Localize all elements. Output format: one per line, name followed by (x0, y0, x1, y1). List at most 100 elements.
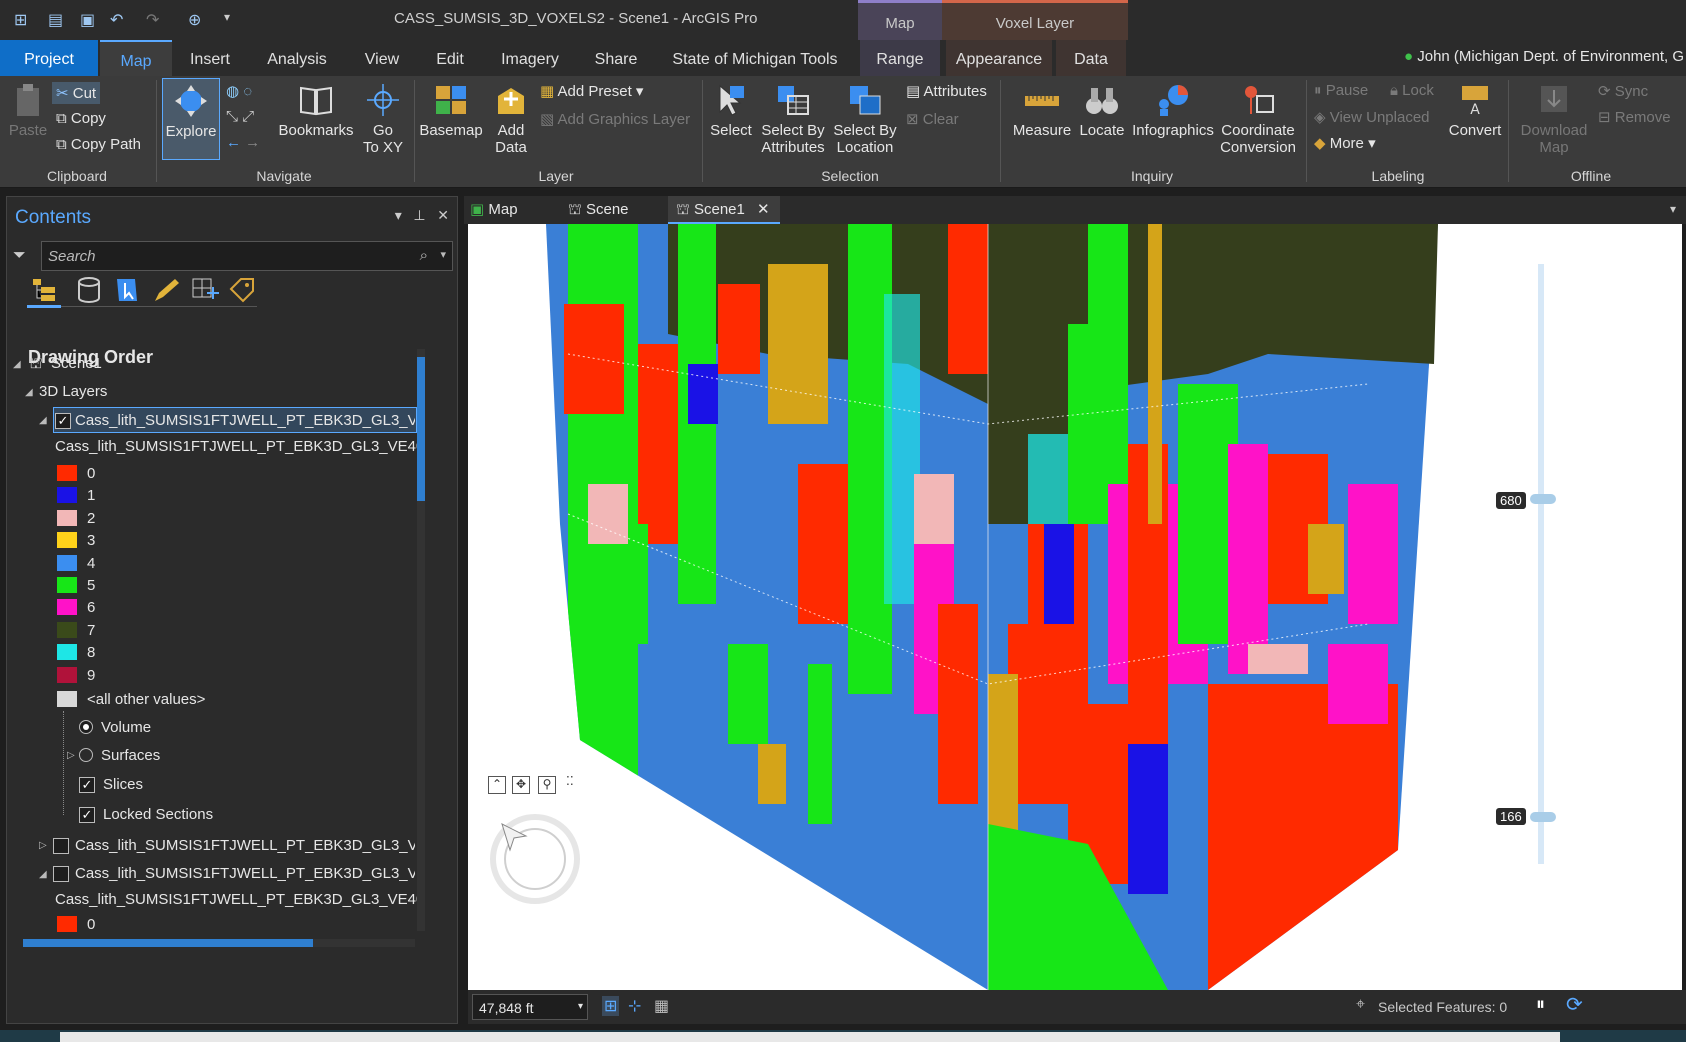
filter-icon[interactable]: ⏷ (13, 247, 26, 265)
slices-checkbox[interactable]: ✓ (79, 777, 95, 793)
class-1-swatch[interactable] (57, 487, 77, 504)
elevation-top-handle[interactable] (1530, 494, 1556, 504)
target-icon[interactable]: ⊕ (188, 10, 201, 30)
convert-button[interactable]: A Convert (1442, 82, 1508, 139)
collapse-3d-layers-icon[interactable]: ◢ (25, 387, 33, 398)
cut-button[interactable]: ✂ Cut (52, 82, 101, 104)
expand-surfaces-icon[interactable]: ▷ (67, 750, 75, 761)
refresh-icon[interactable]: ⟳ (1566, 992, 1583, 1017)
new-project-icon[interactable]: ⊞ (14, 10, 27, 30)
measure-button[interactable]: Measure (1010, 82, 1074, 139)
coordinate-conversion-button[interactable]: Coordinate Conversion (1218, 82, 1298, 156)
layer3-class0-swatch[interactable] (57, 916, 77, 932)
vertical-scroll-thumb[interactable] (417, 357, 425, 501)
customize-qat-icon[interactable]: ▾ (224, 10, 230, 24)
tab-analysis[interactable]: Analysis (262, 40, 332, 76)
tree-3d-layers[interactable]: 3D Layers (39, 383, 107, 400)
horizontal-scroll-thumb[interactable] (23, 939, 313, 947)
tree-layer2-name[interactable]: Cass_lith_SUMSIS1FTJWELL_PT_EBK3D_GL3_VE… (75, 837, 415, 854)
attributes-button[interactable]: ▤ Attributes (906, 82, 987, 100)
tab-state-of-michigan-tools[interactable]: State of Michigan Tools (670, 40, 840, 76)
class-2-swatch[interactable] (57, 509, 77, 526)
select-by-location-button[interactable]: Select By Location (830, 82, 900, 156)
view-tab-scene[interactable]: ⛫ Scene (568, 196, 658, 224)
scale-selector[interactable]: 47,848 ft ▾ (472, 994, 588, 1020)
collapse-layer1-icon[interactable]: ◢ (39, 415, 47, 426)
sync-button[interactable]: ⟳ Sync (1598, 82, 1648, 100)
previous-extent-icon[interactable]: ← → (226, 134, 260, 151)
open-project-icon[interactable]: ▤ (48, 10, 63, 30)
navigator-options-icon[interactable]: ⁚⁚ (566, 774, 574, 788)
pause-drawing-icon[interactable]: ⏸ (1536, 994, 1545, 1015)
pause-labeling-button[interactable]: ⏸ Pause (1314, 82, 1368, 99)
view-tabs-overflow-icon[interactable]: ▾ (1670, 202, 1676, 216)
class-3-swatch[interactable] (57, 532, 77, 549)
search-options-icon[interactable]: ▾ (440, 248, 446, 261)
basemap-button[interactable]: Basemap (418, 82, 484, 139)
layer3-visibility-checkbox[interactable] (53, 866, 69, 882)
tab-data[interactable]: Data (1056, 40, 1126, 76)
download-map-button[interactable]: Download Map (1512, 82, 1596, 156)
scene-view[interactable]: 680 166 ⌃ ✥ ⚲ ⁚⁚ (468, 224, 1682, 990)
scale-dropdown-icon[interactable]: ▾ (578, 1001, 583, 1012)
list-by-snapping-icon[interactable] (192, 278, 219, 299)
tree-layer3-name[interactable]: Cass_lith_SUMSIS1FTJWELL_PT_EBK3D_GL3_VE… (75, 865, 415, 882)
volume-radio[interactable] (79, 720, 93, 734)
list-by-data-source-icon[interactable] (78, 277, 100, 303)
redo-icon[interactable]: ↷ (146, 10, 159, 30)
go-to-xy-button[interactable]: Go To XY (358, 82, 408, 156)
pin-icon[interactable]: ⊥ (413, 207, 425, 223)
tab-insert[interactable]: Insert (184, 40, 236, 76)
collapse-layer3-icon[interactable]: ◢ (39, 869, 47, 880)
first-person-icon[interactable]: ⚲ (538, 776, 556, 794)
add-preset-button[interactable]: ▦ Add Preset ▾ (540, 82, 643, 100)
other-values-swatch[interactable] (57, 691, 77, 707)
view-tab-map[interactable]: ▣ Map (470, 196, 550, 224)
tab-appearance[interactable]: Appearance (946, 40, 1052, 76)
navigation-mode-icon[interactable]: ⊞ (602, 996, 620, 1016)
elevation-bottom-handle[interactable] (1530, 812, 1556, 822)
class-4-swatch[interactable] (57, 554, 77, 571)
collapse-scene-icon[interactable]: ◢ (13, 359, 21, 370)
tab-edit[interactable]: Edit (432, 40, 468, 76)
add-graphics-layer-button[interactable]: ▧ Add Graphics Layer (540, 110, 690, 128)
expand-layer2-icon[interactable]: ▷ (39, 840, 47, 851)
snapping-icon[interactable]: ⊹ (628, 996, 641, 1016)
pan-mode-icon[interactable]: ✥ (512, 776, 530, 794)
tree-scene1[interactable]: Scene1 (51, 355, 102, 372)
copy-path-button[interactable]: ⧉ Copy Path (56, 136, 141, 153)
layer1-visibility-checkbox[interactable]: ✓ (55, 413, 71, 429)
list-by-selection-icon[interactable] (117, 279, 137, 301)
select-by-attributes-button[interactable]: Select By Attributes (758, 82, 828, 156)
class-6-swatch[interactable] (57, 599, 77, 616)
add-data-button[interactable]: Add Data (486, 82, 536, 156)
view-tab-scene1[interactable]: ⛫ Scene1 ✕ (668, 196, 780, 224)
contents-search-input[interactable]: Search ⌕ ▾ (41, 241, 453, 271)
tilt-up-icon[interactable]: ⌃ (488, 776, 506, 794)
selected-features-count[interactable]: Selected Features: 0 (1378, 999, 1507, 1015)
tab-map[interactable]: Map (100, 40, 172, 76)
paste-button[interactable]: Paste (8, 82, 48, 139)
list-by-labeling-icon[interactable] (229, 278, 254, 303)
locked-sections-checkbox[interactable]: ✓ (79, 807, 95, 823)
list-by-editing-icon[interactable] (155, 279, 179, 301)
more-labeling-button[interactable]: ◆ More ▾ (1314, 134, 1376, 152)
elevation-slider-track[interactable] (1538, 264, 1544, 864)
close-tab-icon[interactable]: ✕ (757, 201, 770, 218)
infographics-button[interactable]: Infographics (1130, 82, 1216, 139)
tab-share[interactable]: Share (592, 40, 640, 76)
list-by-drawing-order-icon[interactable] (33, 279, 55, 301)
fixed-zoom-icon[interactable]: ⤡ ⤢ (226, 108, 254, 125)
tab-view[interactable]: View (360, 40, 404, 76)
view-unplaced-button[interactable]: ◈ View Unplaced (1314, 108, 1430, 126)
class-5-swatch[interactable] (57, 577, 77, 593)
surfaces-radio[interactable] (79, 748, 93, 762)
locate-button[interactable]: Locate (1076, 82, 1128, 139)
tab-range[interactable]: Range (860, 40, 940, 76)
class-8-swatch[interactable] (57, 644, 77, 661)
layer2-visibility-checkbox[interactable] (53, 838, 69, 854)
full-extent-icon[interactable]: ◍ ◌ (226, 82, 252, 100)
search-icon[interactable]: ⌕ (420, 247, 428, 264)
navigator-compass[interactable] (490, 814, 580, 904)
tab-project[interactable]: Project (0, 40, 98, 76)
